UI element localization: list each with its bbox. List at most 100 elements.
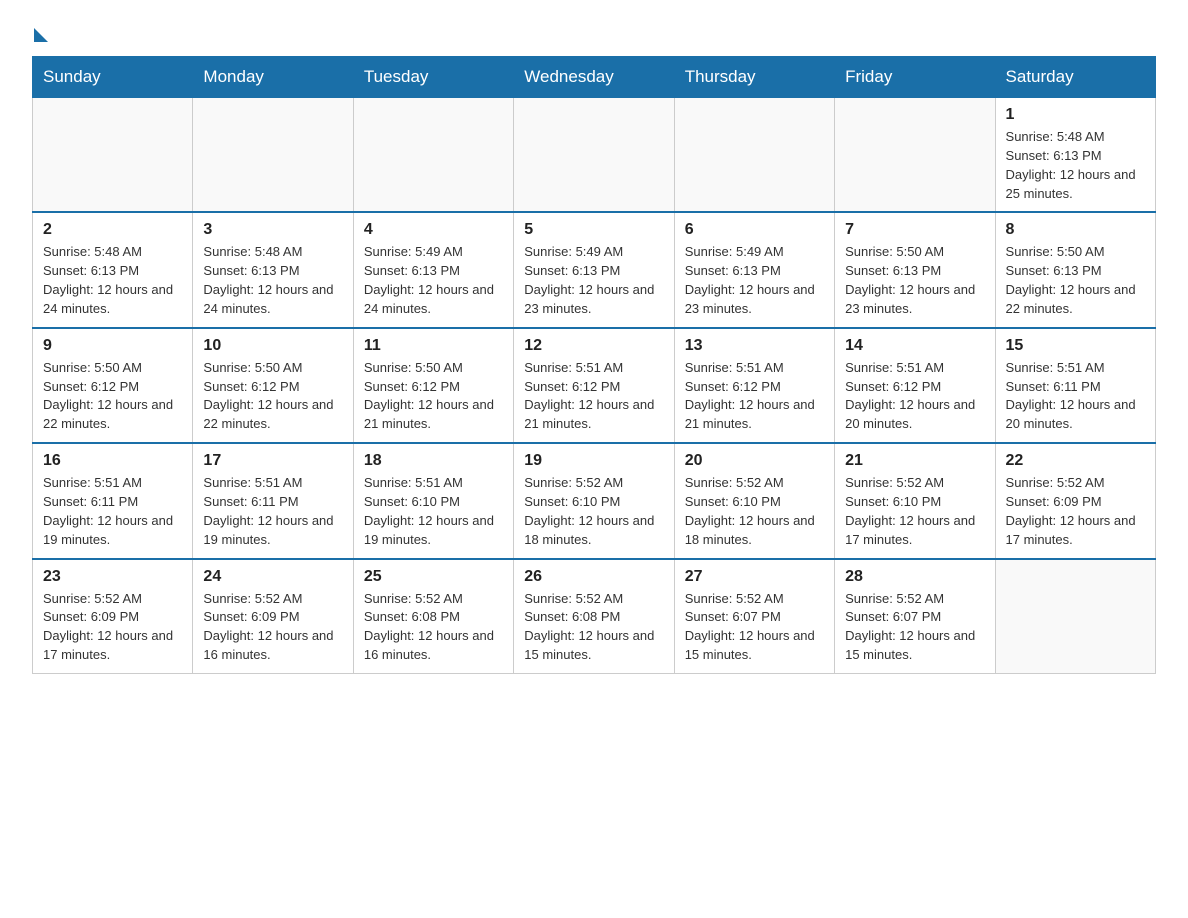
day-info: Sunrise: 5:51 AMSunset: 6:12 PMDaylight:… [845, 359, 984, 434]
weekday-header-thursday: Thursday [674, 57, 834, 98]
calendar-cell: 25 Sunrise: 5:52 AMSunset: 6:08 PMDayligh… [353, 559, 513, 674]
calendar-cell: 5 Sunrise: 5:49 AMSunset: 6:13 PMDaylight… [514, 212, 674, 327]
day-number: 17 [203, 452, 342, 470]
calendar-cell [674, 98, 834, 213]
logo [32, 24, 48, 36]
day-number: 2 [43, 221, 182, 239]
calendar-cell: 27 Sunrise: 5:52 AMSunset: 6:07 PMDayligh… [674, 559, 834, 674]
calendar-cell: 1Sunrise: 5:48 AMSunset: 6:13 PMDaylight… [995, 98, 1155, 213]
calendar-cell: 12 Sunrise: 5:51 AMSunset: 6:12 PMDayligh… [514, 328, 674, 443]
calendar-cell: 14 Sunrise: 5:51 AMSunset: 6:12 PMDayligh… [835, 328, 995, 443]
day-info: Sunrise: 5:51 AMSunset: 6:10 PMDaylight:… [364, 474, 503, 549]
calendar-cell: 22Sunrise: 5:52 AMSunset: 6:09 PMDayligh… [995, 443, 1155, 558]
day-info: Sunrise: 5:49 AMSunset: 6:13 PMDaylight:… [364, 243, 503, 318]
calendar-week-2: 2 Sunrise: 5:48 AMSunset: 6:13 PMDaylight… [33, 212, 1156, 327]
day-number: 14 [845, 337, 984, 355]
calendar-cell: 7Sunrise: 5:50 AMSunset: 6:13 PMDaylight… [835, 212, 995, 327]
day-number: 8 [1006, 221, 1145, 239]
calendar-week-4: 16 Sunrise: 5:51 AMSunset: 6:11 PMDayligh… [33, 443, 1156, 558]
day-info: Sunrise: 5:52 AMSunset: 6:09 PMDaylight:… [1006, 474, 1145, 549]
day-info: Sunrise: 5:50 AMSunset: 6:12 PMDaylight:… [43, 359, 182, 434]
calendar-cell [33, 98, 193, 213]
day-number: 1 [1006, 106, 1145, 124]
day-number: 13 [685, 337, 824, 355]
day-info: Sunrise: 5:51 AMSunset: 6:12 PMDaylight:… [685, 359, 824, 434]
calendar-cell: 4 Sunrise: 5:49 AMSunset: 6:13 PMDaylight… [353, 212, 513, 327]
day-info: Sunrise: 5:50 AMSunset: 6:12 PMDaylight:… [203, 359, 342, 434]
weekday-header-row: SundayMondayTuesdayWednesdayThursdayFrid… [33, 57, 1156, 98]
day-number: 11 [364, 337, 503, 355]
day-number: 26 [524, 568, 663, 586]
calendar-cell: 18 Sunrise: 5:51 AMSunset: 6:10 PMDayligh… [353, 443, 513, 558]
calendar-cell: 13 Sunrise: 5:51 AMSunset: 6:12 PMDayligh… [674, 328, 834, 443]
calendar-cell: 23 Sunrise: 5:52 AMSunset: 6:09 PMDayligh… [33, 559, 193, 674]
day-info: Sunrise: 5:50 AMSunset: 6:13 PMDaylight:… [1006, 243, 1145, 318]
weekday-header-monday: Monday [193, 57, 353, 98]
calendar-cell: 17Sunrise: 5:51 AMSunset: 6:11 PMDayligh… [193, 443, 353, 558]
day-number: 27 [685, 568, 824, 586]
day-number: 3 [203, 221, 342, 239]
calendar-cell: 10 Sunrise: 5:50 AMSunset: 6:12 PMDayligh… [193, 328, 353, 443]
weekday-header-sunday: Sunday [33, 57, 193, 98]
calendar-cell [995, 559, 1155, 674]
day-number: 16 [43, 452, 182, 470]
day-number: 10 [203, 337, 342, 355]
weekday-header-tuesday: Tuesday [353, 57, 513, 98]
day-number: 5 [524, 221, 663, 239]
day-info: Sunrise: 5:48 AMSunset: 6:13 PMDaylight:… [43, 243, 182, 318]
calendar-cell: 26 Sunrise: 5:52 AMSunset: 6:08 PMDayligh… [514, 559, 674, 674]
calendar-cell: 16 Sunrise: 5:51 AMSunset: 6:11 PMDayligh… [33, 443, 193, 558]
weekday-header-saturday: Saturday [995, 57, 1155, 98]
calendar-cell: 28 Sunrise: 5:52 AMSunset: 6:07 PMDayligh… [835, 559, 995, 674]
day-number: 6 [685, 221, 824, 239]
day-info: Sunrise: 5:48 AMSunset: 6:13 PMDaylight:… [203, 243, 342, 318]
day-info: Sunrise: 5:49 AMSunset: 6:13 PMDaylight:… [524, 243, 663, 318]
calendar-cell: 21 Sunrise: 5:52 AMSunset: 6:10 PMDayligh… [835, 443, 995, 558]
day-number: 21 [845, 452, 984, 470]
day-info: Sunrise: 5:52 AMSunset: 6:07 PMDaylight:… [845, 590, 984, 665]
calendar-week-5: 23 Sunrise: 5:52 AMSunset: 6:09 PMDayligh… [33, 559, 1156, 674]
day-info: Sunrise: 5:50 AMSunset: 6:13 PMDaylight:… [845, 243, 984, 318]
day-info: Sunrise: 5:52 AMSunset: 6:09 PMDaylight:… [203, 590, 342, 665]
calendar-cell: 2 Sunrise: 5:48 AMSunset: 6:13 PMDaylight… [33, 212, 193, 327]
day-info: Sunrise: 5:51 AMSunset: 6:11 PMDaylight:… [1006, 359, 1145, 434]
calendar-cell [514, 98, 674, 213]
day-number: 23 [43, 568, 182, 586]
day-number: 25 [364, 568, 503, 586]
calendar-cell [353, 98, 513, 213]
calendar-cell: 6 Sunrise: 5:49 AMSunset: 6:13 PMDaylight… [674, 212, 834, 327]
day-number: 20 [685, 452, 824, 470]
calendar-cell: 9 Sunrise: 5:50 AMSunset: 6:12 PMDaylight… [33, 328, 193, 443]
day-number: 24 [203, 568, 342, 586]
weekday-header-friday: Friday [835, 57, 995, 98]
day-number: 9 [43, 337, 182, 355]
weekday-header-wednesday: Wednesday [514, 57, 674, 98]
day-info: Sunrise: 5:52 AMSunset: 6:10 PMDaylight:… [845, 474, 984, 549]
calendar-week-1: 1Sunrise: 5:48 AMSunset: 6:13 PMDaylight… [33, 98, 1156, 213]
calendar-cell: 24 Sunrise: 5:52 AMSunset: 6:09 PMDayligh… [193, 559, 353, 674]
day-number: 15 [1006, 337, 1145, 355]
day-number: 4 [364, 221, 503, 239]
calendar-cell [193, 98, 353, 213]
day-info: Sunrise: 5:52 AMSunset: 6:08 PMDaylight:… [524, 590, 663, 665]
calendar-cell: 8 Sunrise: 5:50 AMSunset: 6:13 PMDaylight… [995, 212, 1155, 327]
calendar-table: SundayMondayTuesdayWednesdayThursdayFrid… [32, 56, 1156, 674]
calendar-cell: 19 Sunrise: 5:52 AMSunset: 6:10 PMDayligh… [514, 443, 674, 558]
day-info: Sunrise: 5:51 AMSunset: 6:11 PMDaylight:… [43, 474, 182, 549]
day-number: 19 [524, 452, 663, 470]
calendar-week-3: 9 Sunrise: 5:50 AMSunset: 6:12 PMDaylight… [33, 328, 1156, 443]
day-info: Sunrise: 5:49 AMSunset: 6:13 PMDaylight:… [685, 243, 824, 318]
day-info: Sunrise: 5:50 AMSunset: 6:12 PMDaylight:… [364, 359, 503, 434]
day-info: Sunrise: 5:51 AMSunset: 6:12 PMDaylight:… [524, 359, 663, 434]
page-header [32, 24, 1156, 36]
day-info: Sunrise: 5:52 AMSunset: 6:08 PMDaylight:… [364, 590, 503, 665]
day-number: 18 [364, 452, 503, 470]
calendar-cell: 20Sunrise: 5:52 AMSunset: 6:10 PMDayligh… [674, 443, 834, 558]
day-info: Sunrise: 5:52 AMSunset: 6:10 PMDaylight:… [524, 474, 663, 549]
day-number: 12 [524, 337, 663, 355]
day-info: Sunrise: 5:52 AMSunset: 6:07 PMDaylight:… [685, 590, 824, 665]
day-info: Sunrise: 5:52 AMSunset: 6:09 PMDaylight:… [43, 590, 182, 665]
calendar-cell [835, 98, 995, 213]
logo-arrow-icon [34, 28, 48, 42]
day-number: 28 [845, 568, 984, 586]
